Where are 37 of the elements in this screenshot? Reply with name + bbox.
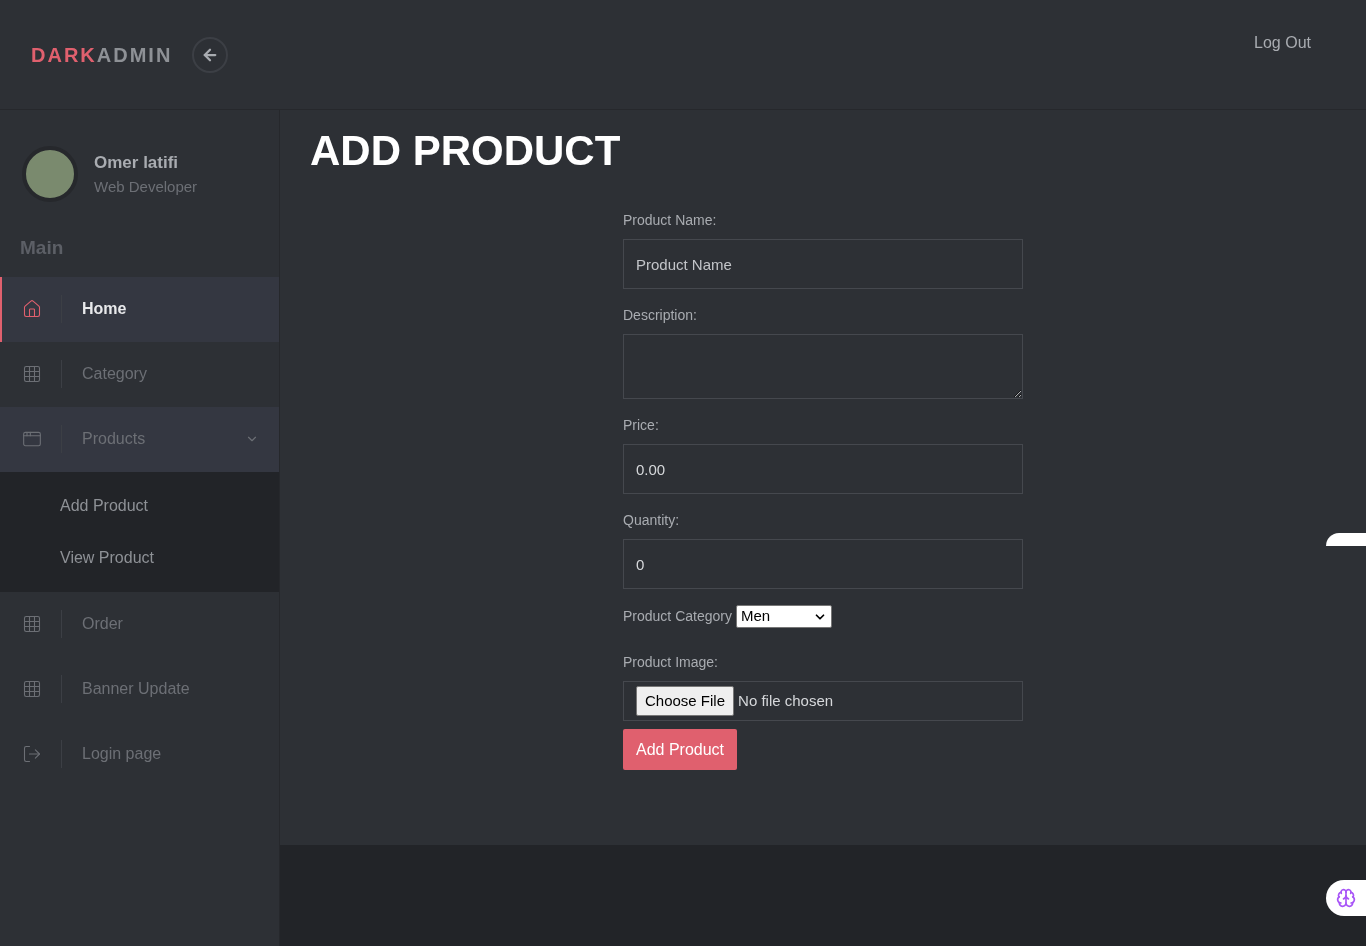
grid-icon xyxy=(22,364,42,384)
submenu-item[interactable]: View Product xyxy=(0,531,279,584)
grid-icon xyxy=(22,614,42,634)
nav-item[interactable]: Order xyxy=(0,591,279,657)
window-icon xyxy=(22,429,42,449)
profile-role: Web Developer xyxy=(94,176,198,197)
nav-item[interactable]: Category xyxy=(0,341,279,407)
home-icon xyxy=(22,299,42,319)
nav-item[interactable]: Home xyxy=(0,276,279,342)
text-input[interactable]: 0.00 xyxy=(623,444,1023,494)
avatar xyxy=(22,146,78,202)
logout-link[interactable]: Log Out xyxy=(1254,31,1311,55)
page-title: ADD PRODUCT xyxy=(310,130,622,172)
choose-file-button[interactable]: Choose File xyxy=(636,685,735,717)
nav-item[interactable]: Banner Update xyxy=(0,656,279,722)
field-label: Price: xyxy=(623,416,660,435)
field-label: Description: xyxy=(623,306,698,325)
profile-name: Omer latifi xyxy=(94,152,180,174)
category-select[interactable]: Men xyxy=(735,605,832,628)
field-label: Product Image: xyxy=(623,653,719,672)
add-product-button[interactable]: Add Product xyxy=(623,729,738,770)
assistant-button[interactable] xyxy=(1326,880,1366,916)
text-input[interactable]: 0 xyxy=(623,539,1023,589)
grid-icon xyxy=(22,679,42,699)
submenu-item[interactable]: Add Product xyxy=(0,479,279,532)
logout-icon xyxy=(22,744,42,764)
collapse-button[interactable] xyxy=(192,37,229,73)
assistant-button[interactable] xyxy=(1326,533,1366,546)
field-label: Product Name: xyxy=(623,211,718,230)
file-input[interactable]: Choose File No file chosen xyxy=(623,681,1023,721)
text-input[interactable]: Product Name xyxy=(623,239,1023,289)
brand-logo[interactable]: DARKADMIN xyxy=(31,40,173,70)
brain-icon xyxy=(1336,888,1356,908)
file-status: No file chosen xyxy=(738,690,834,711)
nav-item[interactable]: Login page xyxy=(0,721,279,787)
field-label: Product Category xyxy=(623,607,732,626)
field-label: Quantity: xyxy=(623,511,681,530)
